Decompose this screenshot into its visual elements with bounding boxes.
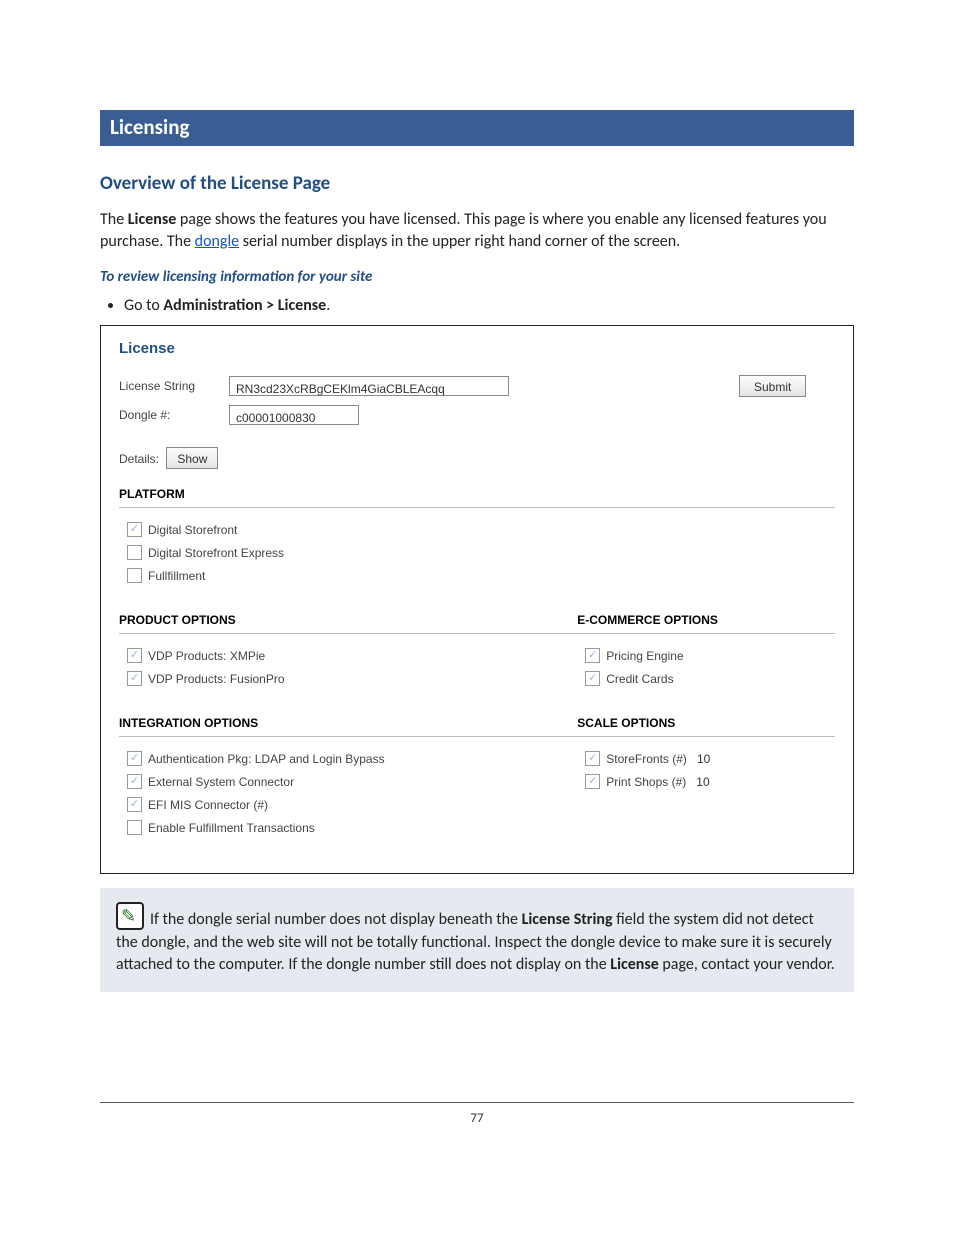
subprocedure-title: To review licensing information for your… bbox=[100, 268, 854, 286]
scale-options-heading: SCALE OPTIONS bbox=[577, 708, 835, 737]
intro-license-bold: License bbox=[128, 210, 176, 229]
checkbox-label: Digital Storefront bbox=[148, 523, 237, 537]
checkbox-label: EFI MIS Connector (#) bbox=[148, 798, 268, 812]
intro-text: serial number displays in the upper righ… bbox=[239, 232, 680, 251]
nav-prefix: Go to bbox=[124, 296, 163, 315]
checkbox-icon[interactable] bbox=[127, 774, 142, 789]
checkbox-icon[interactable] bbox=[127, 545, 142, 560]
checkbox-row: Enable Fulfillment Transactions bbox=[127, 820, 569, 835]
note-bold: License String bbox=[522, 910, 613, 929]
scale-value: 10 bbox=[697, 752, 710, 766]
license-string-label: License String bbox=[119, 379, 229, 393]
checkbox-icon[interactable] bbox=[127, 648, 142, 663]
subheading-overview: Overview of the License Page bbox=[100, 172, 854, 195]
checkbox-label: VDP Products: FusionPro bbox=[148, 672, 285, 686]
heading-licensing: Licensing bbox=[100, 110, 854, 146]
checkbox-icon[interactable] bbox=[127, 751, 142, 766]
checkbox-label: StoreFronts (#) bbox=[606, 752, 687, 766]
ecommerce-options-heading: E-COMMERCE OPTIONS bbox=[577, 605, 835, 634]
license-string-input[interactable]: RN3cd23XcRBgCEKlm4GiaCBLEAcqq bbox=[229, 376, 509, 396]
checkbox-icon[interactable] bbox=[127, 568, 142, 583]
checkbox-icon[interactable] bbox=[127, 522, 142, 537]
checkbox-icon[interactable] bbox=[585, 774, 600, 789]
note-icon bbox=[116, 902, 144, 930]
checkbox-icon[interactable] bbox=[585, 648, 600, 663]
checkbox-row: Digital Storefront Express bbox=[127, 545, 827, 560]
checkbox-icon[interactable] bbox=[585, 671, 600, 686]
checkbox-label: Credit Cards bbox=[606, 672, 673, 686]
product-options-heading: PRODUCT OPTIONS bbox=[119, 605, 577, 634]
platform-heading: PLATFORM bbox=[119, 479, 835, 508]
dongle-label: Dongle #: bbox=[119, 408, 229, 422]
intro-paragraph: The License page shows the features you … bbox=[100, 209, 854, 252]
dongle-input[interactable]: c00001000830 bbox=[229, 405, 359, 425]
checkbox-icon[interactable] bbox=[127, 797, 142, 812]
checkbox-row: StoreFronts (#) 10 bbox=[585, 751, 827, 766]
checkbox-label: Authentication Pkg: LDAP and Login Bypas… bbox=[148, 752, 385, 766]
checkbox-label: Digital Storefront Express bbox=[148, 546, 284, 560]
checkbox-icon[interactable] bbox=[585, 751, 600, 766]
checkbox-row: Pricing Engine bbox=[585, 648, 827, 663]
checkbox-icon[interactable] bbox=[127, 820, 142, 835]
checkbox-row: Digital Storefront bbox=[127, 522, 827, 537]
intro-text: The bbox=[100, 210, 128, 229]
footer-rule bbox=[100, 1102, 854, 1103]
nav-path-bold: Administration > License bbox=[163, 296, 326, 315]
checkbox-icon[interactable] bbox=[127, 671, 142, 686]
nav-suffix: . bbox=[326, 296, 330, 315]
dongle-link[interactable]: dongle bbox=[195, 232, 239, 251]
license-panel-title: License bbox=[119, 340, 835, 357]
checkbox-row: VDP Products: FusionPro bbox=[127, 671, 569, 686]
show-button[interactable]: Show bbox=[166, 447, 218, 469]
note-bold: License bbox=[610, 955, 658, 974]
note-text: page, contact your vendor. bbox=[659, 955, 835, 974]
checkbox-row: Print Shops (#) 10 bbox=[585, 774, 827, 789]
checkbox-label: Pricing Engine bbox=[606, 649, 683, 663]
checkbox-row: External System Connector bbox=[127, 774, 569, 789]
page-number: 77 bbox=[100, 1111, 854, 1126]
checkbox-row: Authentication Pkg: LDAP and Login Bypas… bbox=[127, 751, 569, 766]
note-text: If the dongle serial number does not dis… bbox=[150, 910, 522, 929]
nav-instruction: Go to Administration > License. bbox=[124, 296, 854, 315]
license-screenshot: License License String RN3cd23XcRBgCEKlm… bbox=[100, 325, 854, 874]
checkbox-label: VDP Products: XMPie bbox=[148, 649, 265, 663]
checkbox-label: Fullfillment bbox=[148, 569, 205, 583]
checkbox-label: Enable Fulfillment Transactions bbox=[148, 821, 315, 835]
checkbox-row: VDP Products: XMPie bbox=[127, 648, 569, 663]
checkbox-label: Print Shops (#) bbox=[606, 775, 686, 789]
checkbox-row: EFI MIS Connector (#) bbox=[127, 797, 569, 812]
checkbox-row: Credit Cards bbox=[585, 671, 827, 686]
integration-options-heading: INTEGRATION OPTIONS bbox=[119, 708, 577, 737]
checkbox-row: Fullfillment bbox=[127, 568, 827, 583]
checkbox-label: External System Connector bbox=[148, 775, 294, 789]
scale-value: 10 bbox=[696, 775, 709, 789]
submit-button[interactable]: Submit bbox=[739, 375, 806, 397]
details-label: Details: bbox=[119, 452, 159, 466]
note-block: If the dongle serial number does not dis… bbox=[100, 888, 854, 992]
